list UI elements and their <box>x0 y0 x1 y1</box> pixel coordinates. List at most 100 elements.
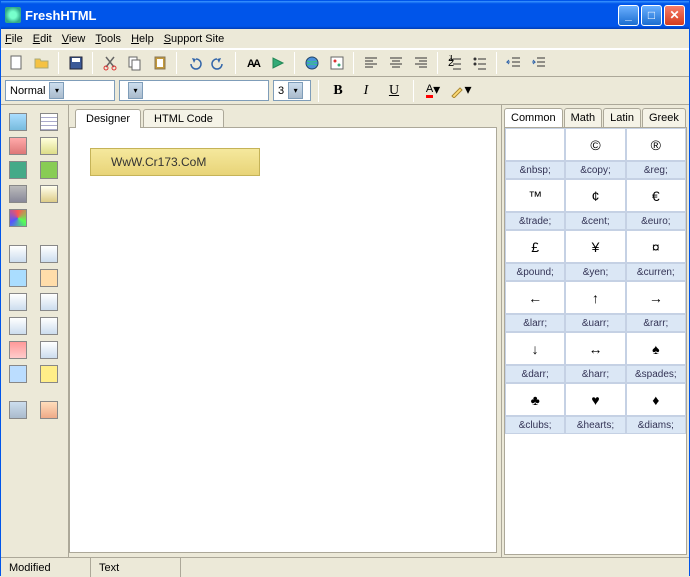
char-symbol[interactable]: ♠ <box>626 332 686 365</box>
tool-radio-icon[interactable] <box>9 317 27 335</box>
menu-tools[interactable]: Tools <box>95 33 121 45</box>
unordered-list-button[interactable] <box>468 52 491 74</box>
save-button[interactable] <box>64 52 87 74</box>
tool-frame-icon[interactable] <box>40 245 58 263</box>
copy-button[interactable] <box>123 52 146 74</box>
tool-edit-icon[interactable] <box>40 185 58 203</box>
new-button[interactable] <box>5 52 28 74</box>
tool-image-icon[interactable] <box>9 113 27 131</box>
char-symbol[interactable] <box>505 128 565 161</box>
ordered-list-button[interactable]: 12 <box>443 52 466 74</box>
chartab-math[interactable]: Math <box>564 108 602 127</box>
redo-button[interactable] <box>207 52 230 74</box>
maximize-button[interactable]: □ <box>641 5 662 26</box>
char-code: &reg; <box>626 161 686 179</box>
char-symbol[interactable]: £ <box>505 230 565 263</box>
options-button[interactable] <box>325 52 348 74</box>
char-symbol[interactable]: ¤ <box>626 230 686 263</box>
char-code: &darr; <box>505 365 565 383</box>
undo-button[interactable] <box>182 52 205 74</box>
bold-button[interactable]: B <box>326 80 350 102</box>
tool-select-icon[interactable] <box>40 317 58 335</box>
align-left-button[interactable] <box>359 52 382 74</box>
menu-view[interactable]: View <box>62 33 86 45</box>
window-title: FreshHTML <box>25 8 616 23</box>
format-toolbar: Normal▾ ▾ 3▾ B I U A ▾ ▾ <box>1 77 689 105</box>
tool-color-icon[interactable] <box>9 209 27 227</box>
font-color-button[interactable]: A ▾ <box>421 80 445 102</box>
tool-checkbox-icon[interactable] <box>40 293 58 311</box>
tool-media-icon[interactable] <box>40 401 58 419</box>
char-symbol[interactable]: ↑ <box>565 281 625 314</box>
find-button[interactable]: AA <box>241 52 264 74</box>
indent-button[interactable] <box>527 52 550 74</box>
menu-edit[interactable]: Edit <box>33 33 52 45</box>
char-symbol[interactable]: ™ <box>505 179 565 212</box>
tool-input-icon[interactable] <box>9 269 27 287</box>
underline-button[interactable]: U <box>382 80 406 102</box>
font-select[interactable]: ▾ <box>119 80 269 101</box>
tool-list-icon[interactable] <box>9 365 27 383</box>
align-center-button[interactable] <box>384 52 407 74</box>
char-symbol[interactable]: ¢ <box>565 179 625 212</box>
globe-button[interactable] <box>300 52 323 74</box>
char-symbol[interactable]: ♥ <box>565 383 625 416</box>
tool-table-icon[interactable] <box>40 113 58 131</box>
align-right-button[interactable] <box>409 52 432 74</box>
paste-button[interactable] <box>148 52 171 74</box>
tool-grid-icon[interactable] <box>40 341 58 359</box>
tool-anchor-icon[interactable] <box>9 185 27 203</box>
size-select[interactable]: 3▾ <box>273 80 311 101</box>
minimize-button[interactable]: _ <box>618 5 639 26</box>
char-symbol[interactable]: ® <box>626 128 686 161</box>
highlight-button[interactable]: ▾ <box>449 80 473 102</box>
char-code: &uarr; <box>565 314 625 332</box>
char-symbol[interactable]: © <box>565 128 625 161</box>
tool-br-icon[interactable] <box>40 161 58 179</box>
chartab-common[interactable]: Common <box>504 108 563 127</box>
cut-button[interactable] <box>98 52 121 74</box>
menu-support[interactable]: Support Site <box>164 33 225 45</box>
titlebar: FreshHTML _ □ ✕ <box>1 1 689 29</box>
char-symbol[interactable]: ↔ <box>565 332 625 365</box>
menubar: File Edit View Tools Help Support Site <box>1 29 689 49</box>
preview-button[interactable] <box>266 52 289 74</box>
app-icon <box>5 7 21 23</box>
tool-note-icon[interactable] <box>40 365 58 383</box>
tool-sound-icon[interactable] <box>9 401 27 419</box>
canvas-note[interactable]: WwW.Cr173.CoM <box>90 148 260 176</box>
tool-chart-icon[interactable] <box>9 341 27 359</box>
chartab-latin[interactable]: Latin <box>603 108 641 127</box>
svg-text:A: A <box>253 58 261 70</box>
menu-file[interactable]: File <box>5 33 23 45</box>
char-code: &diams; <box>626 416 686 434</box>
designer-canvas[interactable]: WwW.Cr173.CoM <box>69 127 497 553</box>
char-symbol[interactable]: € <box>626 179 686 212</box>
character-panel: Common Math Latin Greek ©®&nbsp;&copy;&r… <box>501 105 689 557</box>
char-code: &clubs; <box>505 416 565 434</box>
statusbar: Modified Text <box>1 557 689 577</box>
italic-button[interactable]: I <box>354 80 378 102</box>
character-grid[interactable]: ©®&nbsp;&copy;&reg;™¢€&trade;&cent;&euro… <box>504 127 687 555</box>
tool-form-icon[interactable] <box>9 245 27 263</box>
char-symbol[interactable]: → <box>626 281 686 314</box>
tool-date-icon[interactable] <box>40 137 58 155</box>
style-select[interactable]: Normal▾ <box>5 80 115 101</box>
char-symbol[interactable]: ♣ <box>505 383 565 416</box>
outdent-button[interactable] <box>502 52 525 74</box>
chartab-greek[interactable]: Greek <box>642 108 686 127</box>
tool-button-icon[interactable] <box>9 293 27 311</box>
tool-calendar-icon[interactable] <box>9 137 27 155</box>
char-symbol[interactable]: ♦ <box>626 383 686 416</box>
tool-textarea-icon[interactable] <box>40 269 58 287</box>
char-symbol[interactable]: ¥ <box>565 230 625 263</box>
tool-script-icon[interactable] <box>9 161 27 179</box>
char-symbol[interactable]: ← <box>505 281 565 314</box>
menu-help[interactable]: Help <box>131 33 154 45</box>
close-button[interactable]: ✕ <box>664 5 685 26</box>
char-symbol[interactable]: ↓ <box>505 332 565 365</box>
tab-designer[interactable]: Designer <box>75 109 141 128</box>
char-code: &yen; <box>565 263 625 281</box>
open-button[interactable] <box>30 52 53 74</box>
tab-htmlcode[interactable]: HTML Code <box>143 109 224 128</box>
